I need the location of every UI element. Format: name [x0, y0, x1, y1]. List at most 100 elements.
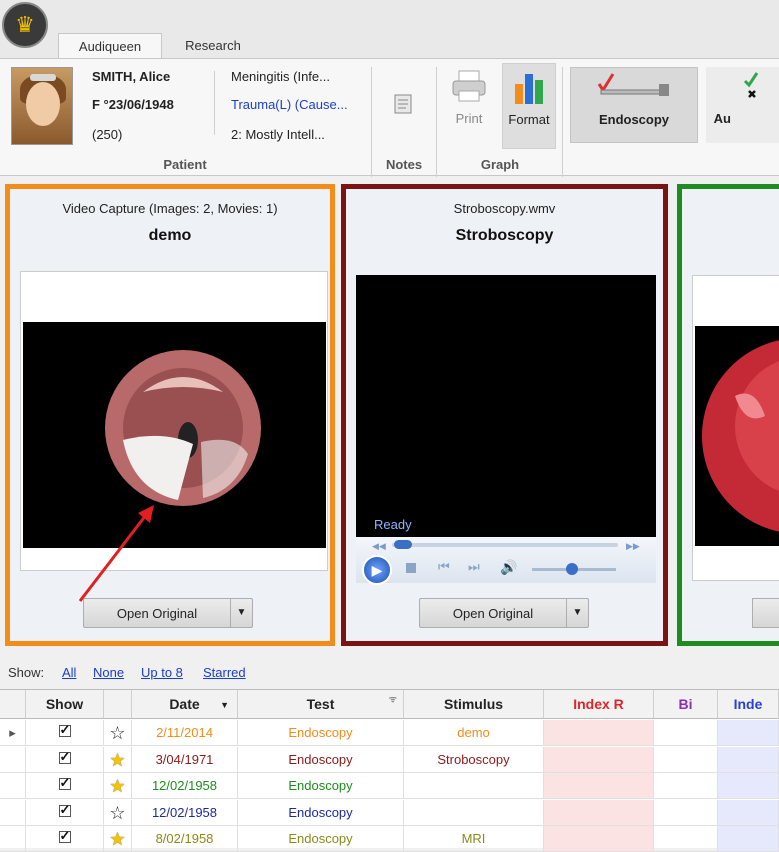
notes-group-label: Notes — [385, 157, 423, 172]
column-header-index-l[interactable]: Inde — [718, 690, 779, 719]
cell-test: Endoscopy — [238, 826, 404, 852]
capture-panel-third[interactable] — [677, 184, 779, 646]
format-button[interactable]: Format — [502, 63, 556, 149]
cell-bi — [654, 773, 718, 799]
cell-test: Endoscopy — [238, 799, 404, 826]
endoscopy-button[interactable]: Endoscopy — [570, 67, 698, 143]
capture-panel-stroboscopy[interactable]: Stroboscopy.wmv Stroboscopy Ready ◀◀ ▶▶ … — [341, 184, 668, 646]
column-header-test[interactable]: Test ᯤ — [238, 690, 404, 719]
cell-il — [718, 746, 779, 773]
filter-icon[interactable]: ᯤ — [389, 692, 397, 705]
date-header-label: Date — [169, 696, 200, 712]
panel-title: Stroboscopy — [455, 227, 554, 244]
filter-up-to-8-link[interactable]: Up to 8 — [141, 665, 183, 680]
diagnosis-1[interactable]: Meningitis (Infe... — [231, 69, 330, 84]
video-player[interactable]: Ready ◀◀ ▶▶ ▶ ⏮ ⏭ 🔊 — [356, 275, 656, 585]
column-header-date[interactable]: Date ▼ — [132, 690, 238, 719]
printer-icon — [452, 70, 486, 102]
cell-ir — [544, 799, 654, 826]
open-original-label: Open Original — [452, 606, 534, 621]
show-checkbox[interactable] — [26, 826, 104, 852]
row-indicator: ▸ — [0, 720, 26, 746]
capture-panel-demo[interactable]: Video Capture (Images: 2, Movies: 1) dem… — [5, 184, 335, 646]
graph-group-label: Graph — [480, 157, 520, 172]
rewind-icon[interactable]: ◀◀ — [372, 541, 386, 552]
next-icon[interactable]: ⏭ — [468, 559, 480, 575]
sort-down-icon: ▼ — [220, 700, 229, 710]
cell-test: Endoscopy — [238, 773, 404, 799]
show-checkbox[interactable] — [26, 773, 104, 799]
cell-stimulus — [404, 799, 544, 826]
cell-test: Endoscopy — [238, 746, 404, 773]
cell-il — [718, 799, 779, 826]
patient-name: SMITH, Alice — [92, 69, 171, 84]
au-button[interactable]: Au — [706, 67, 779, 143]
test-header-label: Test — [306, 696, 335, 712]
show-checkbox[interactable] — [26, 720, 104, 746]
cell-test: Endoscopy — [238, 720, 404, 746]
cell-date: 12/02/1958 — [132, 773, 238, 799]
star-outline-icon[interactable]: ☆ — [104, 720, 132, 746]
panel-subtitle: Stroboscopy.wmv — [453, 201, 556, 216]
column-header-bi[interactable]: Bi — [654, 690, 718, 719]
chevron-down-icon[interactable]: ▼ — [566, 599, 588, 627]
star-filled-icon[interactable]: ★ — [104, 826, 132, 852]
tab-audiqueen[interactable]: Audiqueen — [58, 33, 162, 58]
column-header-stimulus[interactable]: Stimulus — [404, 690, 544, 719]
print-label: Print — [455, 111, 483, 126]
volume-handle[interactable] — [566, 563, 578, 575]
column-header-index-r[interactable]: Index R — [544, 690, 654, 719]
volume-icon[interactable]: 🔊 — [500, 559, 517, 576]
star-filled-icon[interactable]: ★ — [104, 773, 132, 799]
chevron-down-icon[interactable]: ▼ — [230, 599, 252, 627]
annotation-arrow-icon — [78, 505, 154, 602]
cell-bi — [654, 720, 718, 746]
endoscope-icon — [597, 73, 669, 96]
filter-all-link[interactable]: All — [62, 665, 76, 680]
star-filled-icon[interactable]: ★ — [104, 746, 132, 773]
cell-date: 12/02/1958 — [132, 799, 238, 826]
open-original-button[interactable]: Open Original ▼ — [83, 598, 253, 628]
show-checkbox[interactable] — [26, 746, 104, 773]
show-checkbox[interactable] — [26, 799, 104, 826]
seek-handle[interactable] — [394, 540, 412, 549]
fast-forward-icon[interactable]: ▶▶ — [626, 541, 640, 552]
au-label: Au — [713, 111, 731, 126]
previous-icon[interactable]: ⏮ — [438, 559, 450, 575]
open-original-button[interactable]: Open Original ▼ — [419, 598, 589, 628]
tab-research[interactable]: Research — [168, 33, 258, 58]
image-frame — [692, 275, 779, 581]
open-original-label: Open Original — [116, 606, 198, 621]
cell-date: 8/02/1958 — [132, 826, 238, 852]
star-outline-icon[interactable]: ☆ — [104, 799, 132, 826]
cell-date: 2/11/2014 — [132, 720, 238, 746]
endoscopy-image[interactable] — [23, 322, 326, 548]
ribbon: SMITH, Alice F °23/06/1948 (250) Meningi… — [0, 58, 779, 177]
panel-title: demo — [148, 227, 192, 244]
app-logo-icon[interactable]: ♛ — [2, 2, 48, 48]
row-indicator — [0, 773, 26, 799]
cell-bi — [654, 826, 718, 852]
player-controls: ◀◀ ▶▶ ▶ ⏮ ⏭ 🔊 — [356, 537, 656, 585]
filter-none-link[interactable]: None — [93, 665, 124, 680]
cell-stimulus: Stroboscopy — [404, 746, 544, 773]
notes-button[interactable] — [388, 93, 418, 115]
patient-birth: F °23/06/1948 — [92, 97, 174, 112]
diagnosis-2[interactable]: Trauma(L) (Cause... — [231, 97, 348, 112]
column-header-show[interactable]: Show — [26, 690, 104, 719]
cell-ir — [544, 773, 654, 799]
play-icon[interactable]: ▶ — [362, 555, 392, 585]
stop-icon[interactable] — [406, 563, 416, 573]
panel-subtitle: Video Capture (Images: 2, Movies: 1) — [62, 201, 278, 216]
diagnosis-3[interactable]: 2: Mostly Intell... — [231, 127, 325, 142]
title-bar: ♛ Audiqueen Research — [0, 0, 779, 58]
row-indicator — [0, 826, 26, 852]
cell-stimulus: MRI — [404, 826, 544, 852]
filter-starred-link[interactable]: Starred — [203, 665, 246, 680]
open-original-button[interactable] — [752, 598, 779, 628]
image-frame — [20, 271, 328, 571]
endoscopy-image[interactable] — [695, 326, 779, 546]
seek-bar[interactable] — [392, 543, 618, 547]
print-button[interactable]: Print — [444, 67, 494, 151]
column-header-star[interactable] — [104, 690, 132, 719]
